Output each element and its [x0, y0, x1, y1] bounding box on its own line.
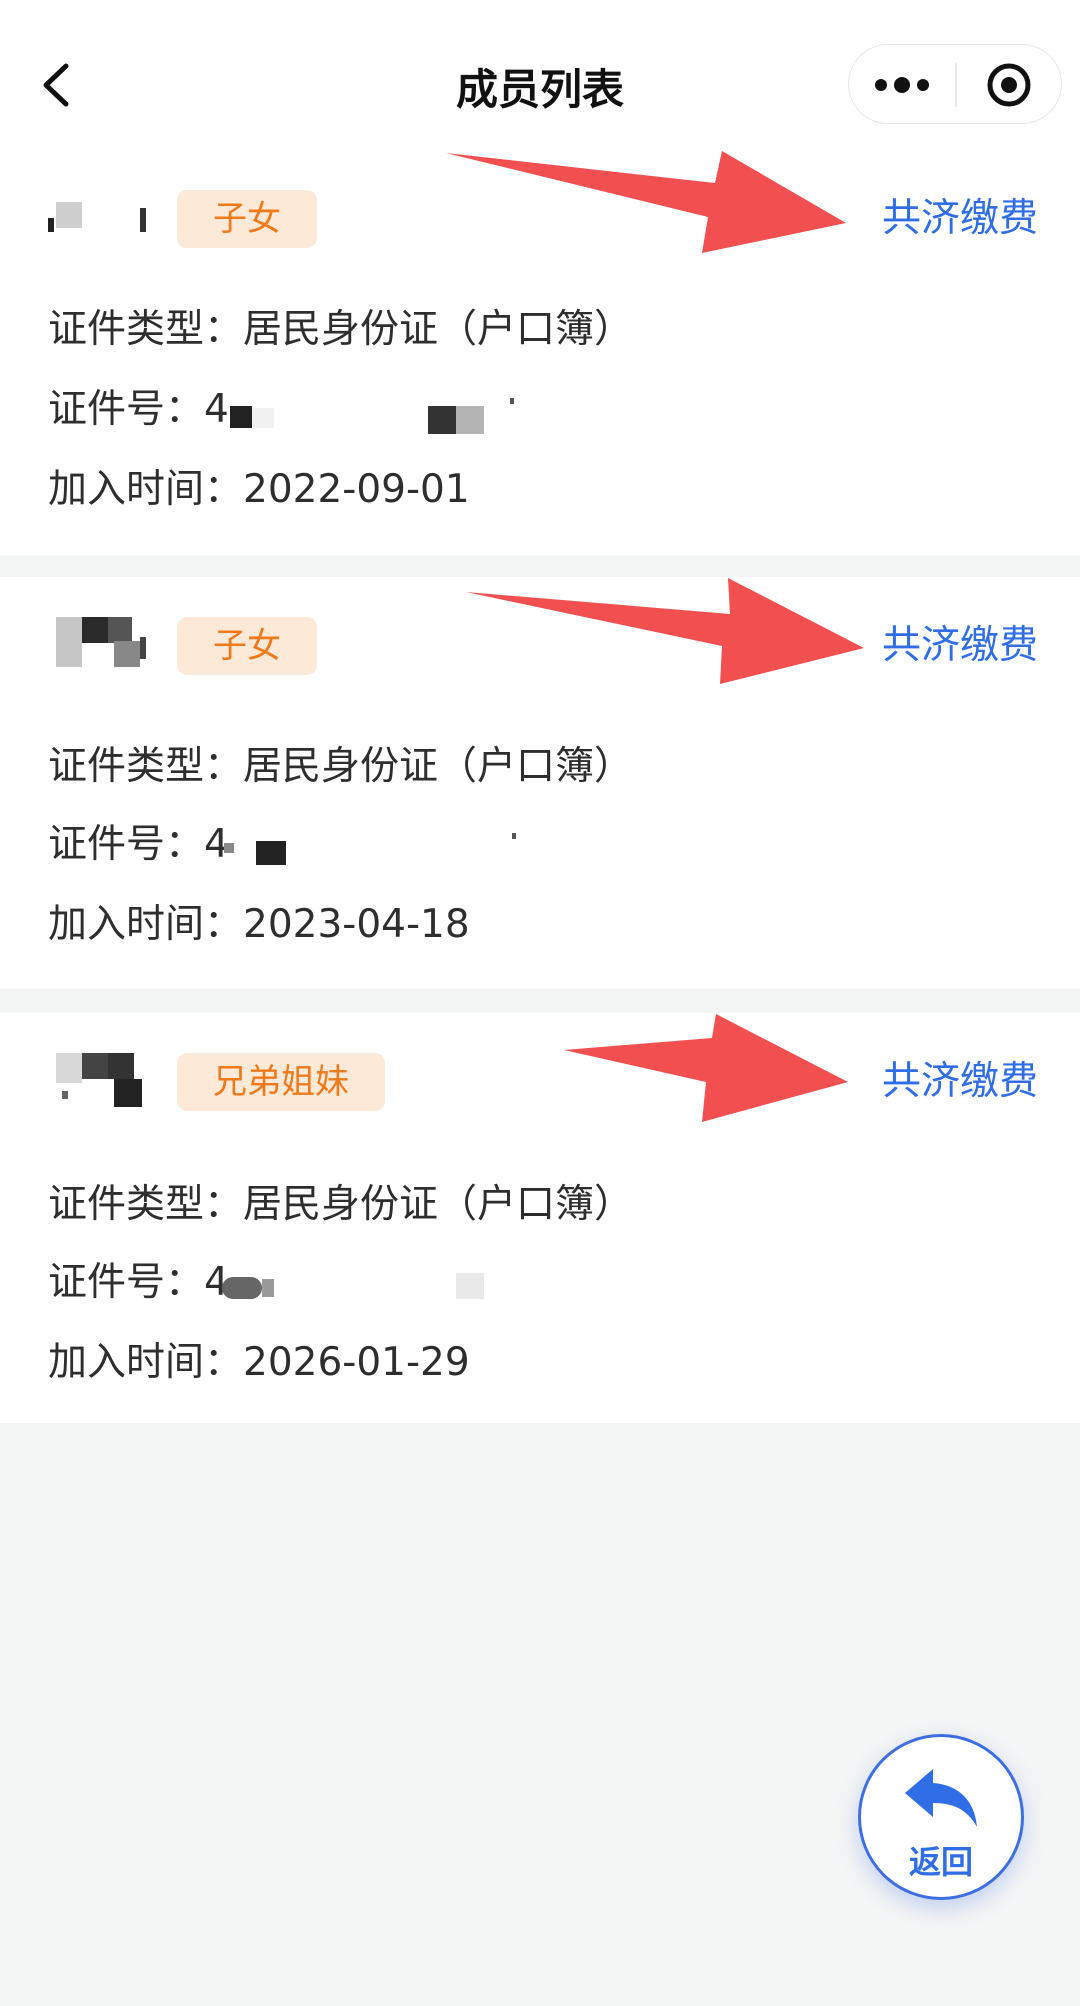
doc-type-label: 证件类型： [48, 1182, 244, 1227]
join-time-line: 加入时间：2026-01-29 [48, 1331, 470, 1387]
blurred-name [56, 617, 146, 667]
joint-payment-link[interactable]: 共济缴费 [882, 192, 1038, 246]
blurred-name [56, 1053, 142, 1107]
blurred-id-number [230, 398, 514, 434]
return-button-label: 返回 [908, 1843, 973, 1881]
target-close-icon [987, 63, 1031, 107]
join-time-line: 加入时间：2022-09-01 [48, 458, 470, 514]
doc-type-line: 证件类型：居民身份证（户口簿） [48, 1173, 633, 1229]
close-button[interactable] [957, 45, 1061, 123]
id-number-label: 证件号： [48, 822, 205, 867]
join-time-value: 2023-04-18 [243, 902, 470, 947]
reply-arrow-icon [905, 1769, 977, 1827]
relation-tag: 子女 [177, 617, 317, 675]
join-time-label: 加入时间： [48, 467, 244, 512]
join-time-value: 2022-09-01 [243, 467, 470, 512]
doc-type-value: 居民身份证（户口簿） [243, 307, 634, 352]
annotation-arrow-icon [446, 151, 846, 253]
more-dots-icon [875, 77, 929, 93]
joint-payment-link[interactable]: 共济缴费 [882, 1055, 1038, 1109]
doc-type-line: 证件类型：居民身份证（户口簿） [48, 735, 633, 791]
member-name-row: 兄弟姐妹 共济缴费 [48, 1053, 1038, 1113]
doc-type-label: 证件类型： [48, 307, 244, 352]
id-number-line: 证件号：4 [48, 1251, 229, 1307]
id-number-label: 证件号： [48, 1260, 205, 1305]
blurred-name [48, 202, 146, 232]
return-button[interactable]: 返回 [858, 1734, 1024, 1900]
blurred-id-number [224, 833, 516, 865]
annotation-arrow-icon [564, 1014, 848, 1122]
join-time-value: 2026-01-29 [243, 1340, 470, 1385]
joint-payment-link[interactable]: 共济缴费 [882, 619, 1038, 673]
relation-tag: 兄弟姐妹 [177, 1053, 385, 1111]
doc-type-value: 居民身份证（户口簿） [243, 1182, 634, 1227]
join-time-line: 加入时间：2023-04-18 [48, 893, 470, 949]
member-card: 兄弟姐妹 共济缴费 证件类型：居民身份证（户口簿） 证件号：4 加入时间：202… [0, 1013, 1080, 1423]
join-time-label: 加入时间： [48, 1340, 244, 1385]
join-time-label: 加入时间： [48, 902, 244, 947]
mini-program-capsule [848, 44, 1062, 124]
relation-tag: 子女 [177, 190, 317, 248]
id-number-label: 证件号： [48, 387, 205, 432]
doc-type-line: 证件类型：居民身份证（户口簿） [48, 298, 633, 354]
id-number-line: 证件号：4 [48, 813, 229, 869]
blurred-id-number [222, 1273, 484, 1299]
doc-type-value: 居民身份证（户口簿） [243, 744, 634, 789]
more-button[interactable] [849, 45, 955, 123]
doc-type-label: 证件类型： [48, 744, 244, 789]
id-number-line: 证件号：4 [48, 378, 229, 434]
annotation-arrow-icon [466, 578, 864, 684]
